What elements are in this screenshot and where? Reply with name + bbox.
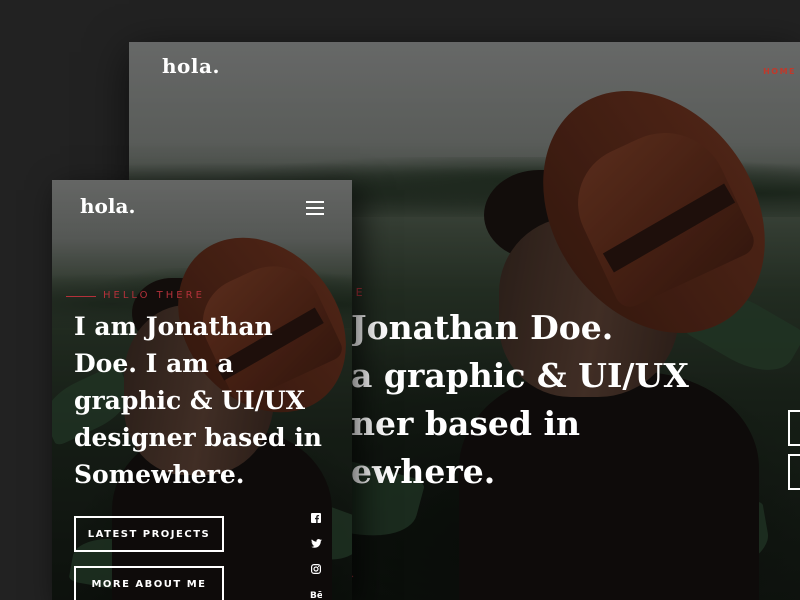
headline-line: Doe. I am a bbox=[74, 349, 234, 378]
side-button-partial[interactable] bbox=[788, 454, 800, 490]
mobile-logo[interactable]: hola. bbox=[80, 194, 135, 218]
headline-line: I am Jonathan bbox=[74, 312, 273, 341]
nav-home-link[interactable]: HOME bbox=[763, 67, 796, 76]
mobile-preview: hola. HELLO THERE I am Jonathan Doe. I a… bbox=[52, 180, 352, 600]
hamburger-menu-icon[interactable] bbox=[306, 201, 324, 215]
hero-greeting: HELLO THERE bbox=[103, 290, 205, 301]
svg-text:Bē: Bē bbox=[310, 591, 322, 599]
headline-line: Somewhere. bbox=[74, 460, 245, 489]
hero-headline: I am Jonathan Doe. I am a graphic & UI/U… bbox=[74, 308, 334, 493]
headline-line: designer based in bbox=[74, 423, 322, 452]
headline-line: graphic & UI/UX bbox=[74, 386, 306, 415]
twitter-icon[interactable] bbox=[310, 537, 322, 549]
behance-icon[interactable]: Bē bbox=[310, 588, 322, 600]
instagram-icon[interactable] bbox=[310, 563, 322, 575]
desktop-logo[interactable]: hola. bbox=[162, 54, 220, 78]
more-about-me-button[interactable]: MORE ABOUT ME bbox=[74, 566, 224, 600]
side-button-partial[interactable] bbox=[788, 410, 800, 446]
facebook-icon[interactable] bbox=[310, 512, 322, 524]
greeting-divider bbox=[66, 296, 96, 297]
latest-projects-button[interactable]: LATEST PROJECTS bbox=[74, 516, 224, 552]
